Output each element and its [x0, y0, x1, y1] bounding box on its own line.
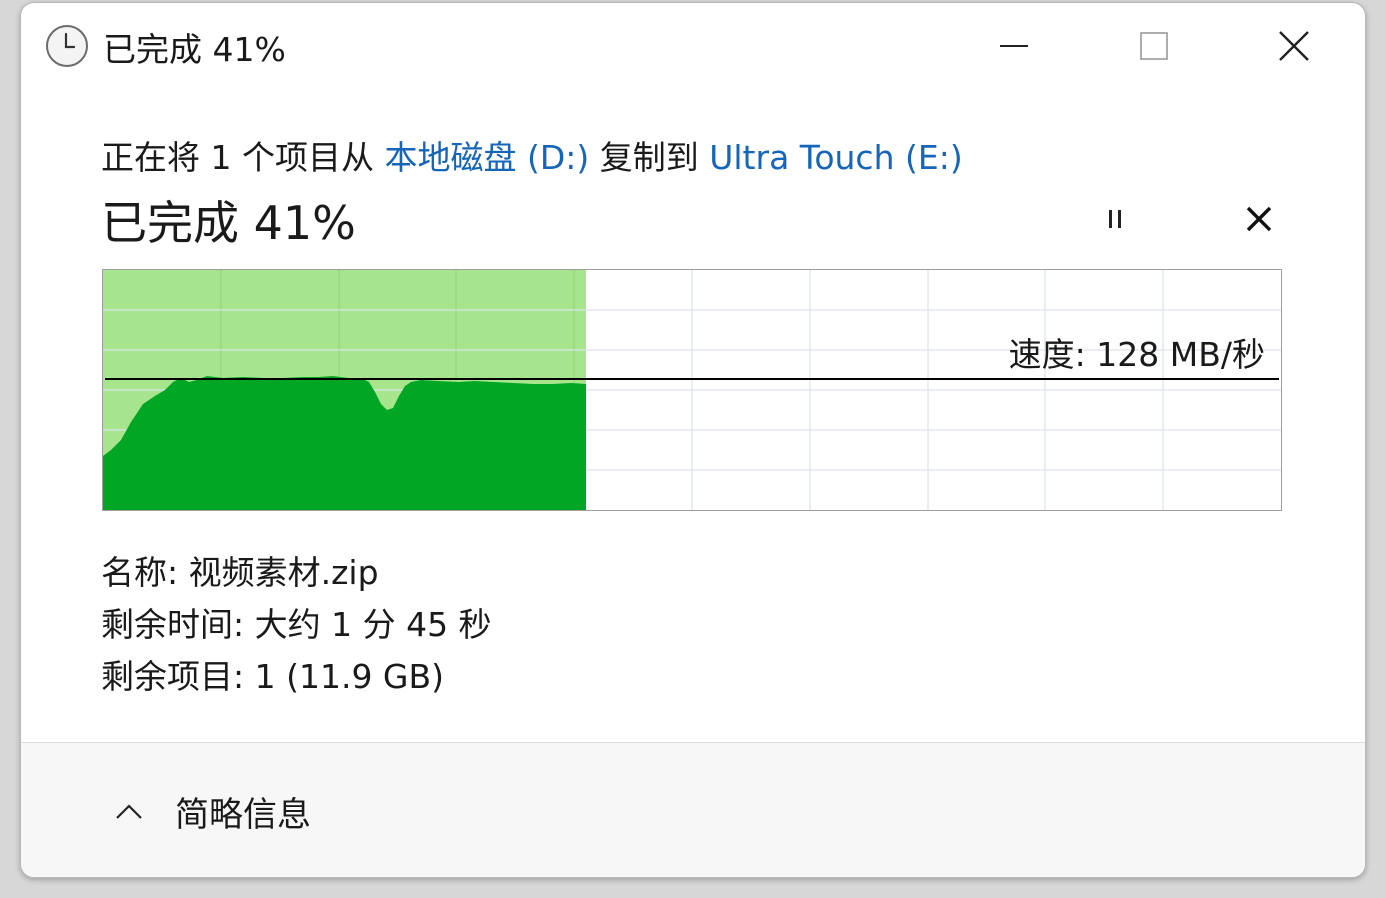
time-remaining: 剩余时间: 大约 1 分 45 秒 [101, 605, 492, 644]
fewer-details-label: 简略信息 [175, 795, 311, 835]
dialog-footer: 简略信息 [21, 743, 1365, 877]
copy-middle-text: 复制到 [589, 138, 710, 177]
maximize-button[interactable] [1129, 21, 1179, 71]
copy-details: 名称: 视频素材.zip 剩余时间: 大约 1 分 45 秒 剩余项目: 1 (… [101, 547, 492, 703]
speed-label: 速度: 128 MB/秒 [1008, 335, 1265, 374]
fewer-details-toggle[interactable]: 简略信息 [111, 787, 311, 836]
copy-prefix-text: 正在将 1 个项目从 [101, 138, 385, 177]
speed-history-area [103, 376, 586, 510]
pause-button[interactable] [1089, 193, 1141, 245]
close-icon [1279, 31, 1309, 61]
copy-progress-dialog: 已完成 41% 正在将 1 个项目从 本地磁盘 (D:) 复制到 Ultra T… [20, 2, 1366, 878]
window-title: 已完成 41% [103, 30, 286, 69]
clock-icon [46, 25, 88, 67]
chevron-up-icon [116, 803, 142, 819]
maximize-icon [1140, 32, 1168, 60]
close-window-button[interactable] [1269, 21, 1319, 71]
progress-percent-title: 已完成 41% [101, 196, 356, 250]
cancel-copy-button[interactable] [1233, 193, 1285, 245]
pause-icon [1109, 210, 1121, 228]
cancel-icon [1246, 206, 1272, 232]
transfer-speed-graph: 速度: 128 MB/秒 [102, 269, 1282, 511]
minimize-button[interactable] [989, 21, 1039, 71]
copy-description: 正在将 1 个项目从 本地磁盘 (D:) 复制到 Ultra Touch (E:… [101, 131, 963, 179]
title-bar[interactable]: 已完成 41% [21, 3, 1365, 89]
destination-drive-link[interactable]: Ultra Touch (E:) [709, 138, 962, 177]
file-name: 名称: 视频素材.zip [101, 553, 379, 592]
items-remaining: 剩余项目: 1 (11.9 GB) [101, 657, 445, 696]
source-drive-link[interactable]: 本地磁盘 (D:) [384, 138, 589, 177]
minimize-icon [1000, 45, 1028, 47]
speed-graph-canvas [103, 270, 1281, 510]
